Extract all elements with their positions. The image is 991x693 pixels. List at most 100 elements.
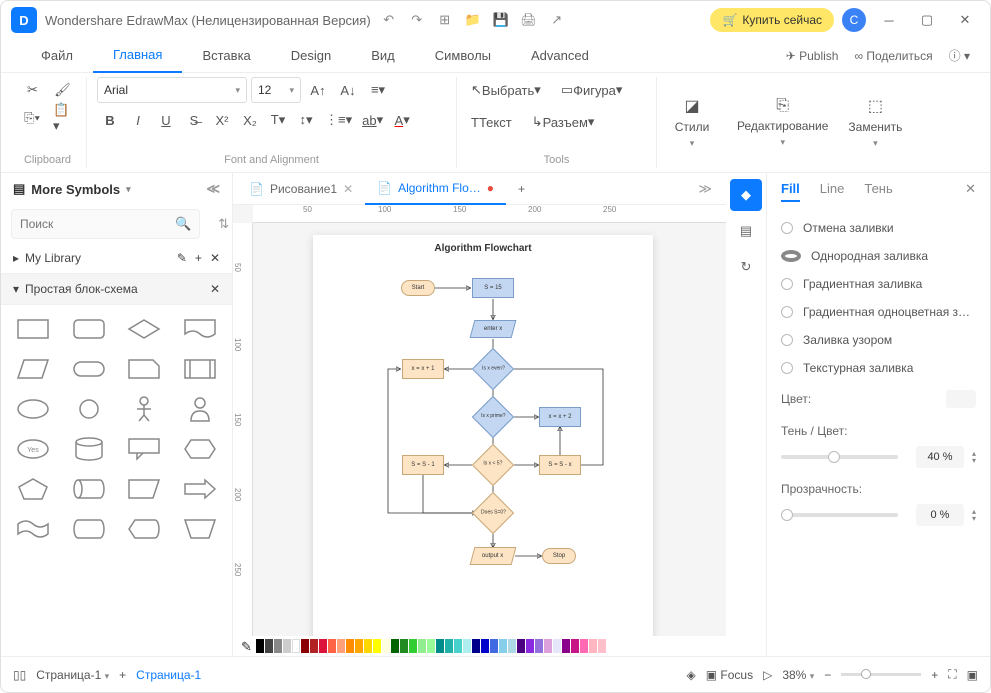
publish-button[interactable]: ✈ Publish <box>786 49 839 63</box>
zoom-in-button[interactable]: + <box>931 668 938 682</box>
shape-ellipse[interactable] <box>9 393 57 425</box>
strike-icon[interactable]: S̶ <box>181 107 207 133</box>
color-swatch[interactable] <box>946 390 976 408</box>
shade-value[interactable]: 40 % <box>916 446 964 468</box>
page-panel-icon[interactable]: ▤ <box>730 215 762 247</box>
fill-gradient-mono[interactable]: Градиентная одноцветная з… <box>781 298 976 326</box>
tab-line[interactable]: Line <box>820 181 845 202</box>
export-icon[interactable]: ↗ <box>547 10 567 30</box>
node-s15[interactable]: S = 15 <box>472 278 514 298</box>
shape-storage[interactable] <box>65 513 113 545</box>
copy-icon[interactable]: ⎘▾ <box>19 105 45 131</box>
color-palette[interactable]: ✎ <box>233 636 726 656</box>
fullscreen-icon[interactable]: ▣ <box>967 668 978 682</box>
expand-tabs-icon[interactable]: ≫ <box>688 181 722 197</box>
font-grow-icon[interactable]: A↑ <box>305 77 331 103</box>
close-lib-icon[interactable]: ✕ <box>210 251 220 265</box>
node-ssx[interactable]: S = S - x <box>539 455 581 475</box>
shape-pentagon[interactable] <box>9 473 57 505</box>
search-input[interactable] <box>20 217 175 231</box>
open-icon[interactable]: 📁 <box>463 10 483 30</box>
shape-database[interactable] <box>65 433 113 465</box>
close-button[interactable]: ✕ <box>950 5 980 35</box>
shade-slider[interactable] <box>781 455 898 459</box>
close-tab-icon[interactable]: ✕ <box>343 182 353 196</box>
shape-hexagon[interactable] <box>176 433 224 465</box>
cut-icon[interactable]: ✂ <box>20 77 46 103</box>
shape-arrow-right[interactable] <box>176 473 224 505</box>
print-icon[interactable]: 🖨 <box>519 10 539 30</box>
list-icon[interactable]: ⋮≡▾ <box>321 107 356 133</box>
editing-button[interactable]: ⎘Редактирование▾ <box>727 77 838 168</box>
highlight-icon[interactable]: ab▾ <box>358 107 387 133</box>
format-painter-icon[interactable]: 🖌 <box>50 77 76 103</box>
styles-button[interactable]: ◪Стили▾ <box>657 77 727 168</box>
history-panel-icon[interactable]: ↻ <box>730 251 762 283</box>
replace-button[interactable]: ⬚Заменить▾ <box>838 77 912 168</box>
shape-manual[interactable] <box>176 513 224 545</box>
shape-person[interactable] <box>121 393 169 425</box>
shape-wave[interactable] <box>9 513 57 545</box>
node-outx[interactable]: output x <box>470 547 517 565</box>
active-page[interactable]: Страница-1 <box>136 668 201 682</box>
underline-icon[interactable]: U <box>153 107 179 133</box>
shape-predefined[interactable] <box>176 353 224 385</box>
focus-button[interactable]: ▣ Focus <box>706 668 753 682</box>
zoom-slider[interactable] <box>841 673 921 676</box>
node-lt5[interactable]: Is x < 5? <box>472 444 514 486</box>
minimize-button[interactable]: ─ <box>874 5 904 35</box>
node-enterx[interactable]: enter x <box>470 320 517 338</box>
search-icon[interactable]: 🔍 <box>175 216 191 232</box>
transparency-slider[interactable] <box>781 513 898 517</box>
shape-rounded-rect[interactable] <box>65 313 113 345</box>
shape-diamond[interactable] <box>121 313 169 345</box>
connector-tool[interactable]: ↳ Разъем ▾ <box>528 109 599 135</box>
font-size-select[interactable]: 12▾ <box>251 77 301 103</box>
font-shrink-icon[interactable]: A↓ <box>335 77 361 103</box>
collapse-left-icon[interactable]: ≪ <box>206 181 220 197</box>
close-section-icon[interactable]: ✕ <box>210 282 220 296</box>
add-page-button[interactable]: + <box>119 668 126 682</box>
symbols-header[interactable]: ▤ More Symbols ▾≪ <box>1 173 232 205</box>
node-xx1[interactable]: x = x + 1 <box>402 359 444 379</box>
shape-document[interactable] <box>176 313 224 345</box>
node-does[interactable]: Does S=0? <box>472 492 514 534</box>
share-button[interactable]: ∞ Поделиться <box>854 49 932 63</box>
fill-texture[interactable]: Текстурная заливка <box>781 354 976 382</box>
shape-display[interactable] <box>121 513 169 545</box>
shape-parallelogram[interactable] <box>9 353 57 385</box>
page-nav-icon[interactable]: ▯▯ <box>13 668 26 682</box>
zoom-label[interactable]: 38% ▾ <box>782 668 814 682</box>
tab-fill[interactable]: Fill <box>781 181 800 202</box>
my-library-section[interactable]: ▸ My Library✎+✕ <box>1 243 232 274</box>
node-start[interactable]: Start <box>401 280 435 296</box>
close-panel-icon[interactable]: ✕ <box>965 181 976 202</box>
menu-home[interactable]: Главная <box>93 39 182 73</box>
add-lib-icon[interactable]: + <box>195 251 202 265</box>
node-even[interactable]: Is x even? <box>472 348 514 390</box>
node-prime[interactable]: Is x prime? <box>472 396 514 438</box>
shape-card[interactable] <box>121 353 169 385</box>
new-icon[interactable]: ⊞ <box>435 10 455 30</box>
shape-trapezoid[interactable] <box>121 473 169 505</box>
undo-icon[interactable]: ↶ <box>379 10 399 30</box>
fill-none[interactable]: Отмена заливки <box>781 214 976 242</box>
spacing-icon[interactable]: ↕▾ <box>293 107 319 133</box>
shape-callout[interactable] <box>121 433 169 465</box>
node-ss1[interactable]: S = S - 1 <box>402 455 444 475</box>
canvas[interactable]: 50100150200250 50100150200250 Algorithm … <box>233 205 726 636</box>
fill-gradient[interactable]: Градиентная заливка <box>781 270 976 298</box>
shape-user[interactable] <box>176 393 224 425</box>
save-icon[interactable]: 💾 <box>491 10 511 30</box>
shape-tool[interactable]: ▭ Фигура ▾ <box>557 77 627 103</box>
bold-icon[interactable]: B <box>97 107 123 133</box>
fill-pattern[interactable]: Заливка узором <box>781 326 976 354</box>
select-tool[interactable]: ↖ Выбрать ▾ <box>467 77 545 103</box>
zoom-out-button[interactable]: − <box>824 668 831 682</box>
page[interactable]: Algorithm Flowchart <box>313 235 653 636</box>
align-icon[interactable]: ≡▾ <box>365 77 391 103</box>
present-icon[interactable]: ▷ <box>763 668 772 682</box>
menu-advanced[interactable]: Advanced <box>511 39 609 73</box>
page-selector[interactable]: Страница-1 ▾ <box>36 668 109 682</box>
font-color-icon[interactable]: A▾ <box>389 107 415 133</box>
